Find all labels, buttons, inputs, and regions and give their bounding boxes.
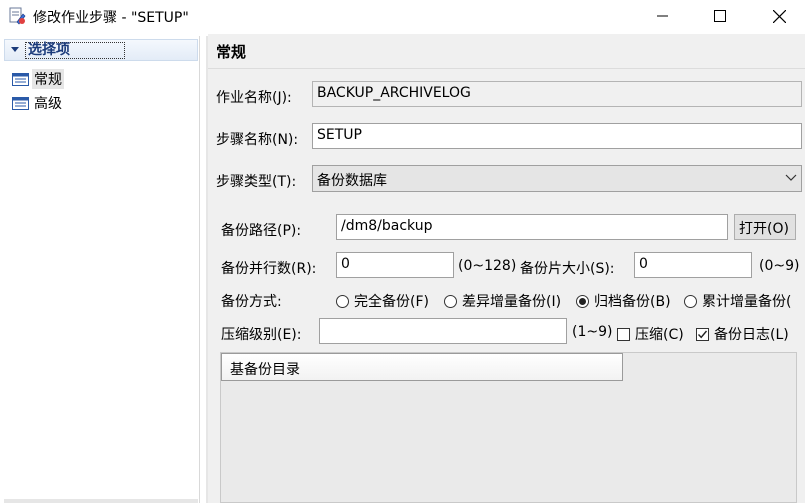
sidebar: 选择项 常规 高级	[0, 36, 200, 503]
general-panel: 常规 作业名称(J): BACKUP_ARCHIVELOG 步骤名称(N): S…	[208, 34, 805, 503]
compress-checkbox[interactable]: 压缩(C)	[617, 324, 684, 344]
sidebar-header[interactable]: 选择项	[4, 39, 198, 61]
parallel-range: (0~128)	[458, 258, 517, 274]
page-icon	[12, 96, 29, 110]
collapse-arrow-icon[interactable]	[10, 44, 20, 54]
backup-path-label: 备份路径(P):	[221, 223, 302, 239]
sidebar-item-label: 高级	[34, 96, 62, 112]
window-title: 修改作业步骤 - "SETUP"	[33, 10, 189, 26]
page-icon	[12, 72, 29, 86]
minimize-button[interactable]	[640, 0, 686, 32]
backup-log-checkbox[interactable]: 备份日志(L)	[696, 324, 789, 344]
step-name-label: 步骤名称(N):	[216, 132, 299, 148]
radio-cumulative-backup[interactable]: 累计增量备份(	[684, 291, 805, 311]
radio-indicator	[576, 294, 589, 308]
parallel-input[interactable]: 0	[336, 252, 454, 278]
section-title: 常规	[216, 43, 247, 61]
step-type-label: 步骤类型(T):	[216, 174, 297, 190]
maximize-icon	[714, 10, 726, 22]
checkbox-indicator	[617, 327, 630, 341]
section-divider	[208, 68, 805, 69]
minimize-icon	[657, 15, 668, 17]
radio-indicator	[336, 294, 349, 308]
parallel-label: 备份并行数(R):	[221, 261, 317, 277]
checkbox-label: 备份日志(L)	[714, 327, 789, 343]
close-icon	[772, 9, 786, 23]
sidebar-header-label: 选择项	[25, 42, 125, 59]
radio-archive-backup[interactable]: 归档备份(B)	[576, 291, 671, 311]
job-name-label: 作业名称(J):	[216, 90, 292, 106]
step-type-value: 备份数据库	[317, 173, 387, 189]
checkbox-label: 压缩(C)	[635, 327, 684, 343]
radio-label: 完全备份(F)	[354, 294, 429, 310]
piece-size-label: 备份片大小(S):	[520, 261, 615, 277]
chevron-down-icon	[785, 174, 797, 181]
sidebar-item-general[interactable]: 常规	[12, 69, 64, 89]
compress-level-label: 压缩级别(E):	[221, 327, 302, 343]
backup-mode-label: 备份方式:	[221, 294, 282, 310]
checkbox-indicator	[696, 327, 709, 341]
sidebar-item-advanced[interactable]: 高级	[12, 93, 64, 113]
radio-differential-backup[interactable]: 差异增量备份(I)	[444, 291, 561, 311]
open-button[interactable]: 打开(O)	[734, 214, 796, 240]
radio-label: 差异增量备份(I)	[462, 294, 562, 310]
job-name-field: BACKUP_ARCHIVELOG	[312, 81, 802, 107]
radio-full-backup[interactable]: 完全备份(F)	[336, 291, 429, 311]
sidebar-scrollbar[interactable]	[4, 499, 198, 503]
radio-indicator	[684, 294, 697, 308]
radio-indicator	[444, 294, 457, 308]
piece-size-range: (0~9)	[759, 258, 800, 274]
backup-path-input[interactable]: /dm8/backup	[336, 214, 728, 240]
compress-level-range: (1~9)	[572, 324, 613, 340]
title-bar: 修改作业步骤 - "SETUP"	[0, 0, 805, 32]
radio-label: 归档备份(B)	[594, 294, 671, 310]
close-button[interactable]	[756, 0, 802, 32]
table-column-header[interactable]: 基备份目录	[221, 353, 623, 381]
step-type-select[interactable]: 备份数据库	[312, 165, 802, 192]
piece-size-input[interactable]: 0	[634, 252, 752, 278]
edit-step-icon	[9, 7, 26, 25]
base-backup-dir-table[interactable]: 基备份目录	[220, 352, 797, 503]
sidebar-item-label: 常规	[32, 69, 64, 89]
step-name-input[interactable]: SETUP	[312, 123, 802, 149]
radio-label: 累计增量备份(	[702, 294, 792, 310]
checkmark-icon	[697, 330, 708, 338]
compress-level-input[interactable]	[319, 318, 567, 344]
maximize-button[interactable]	[697, 0, 743, 32]
